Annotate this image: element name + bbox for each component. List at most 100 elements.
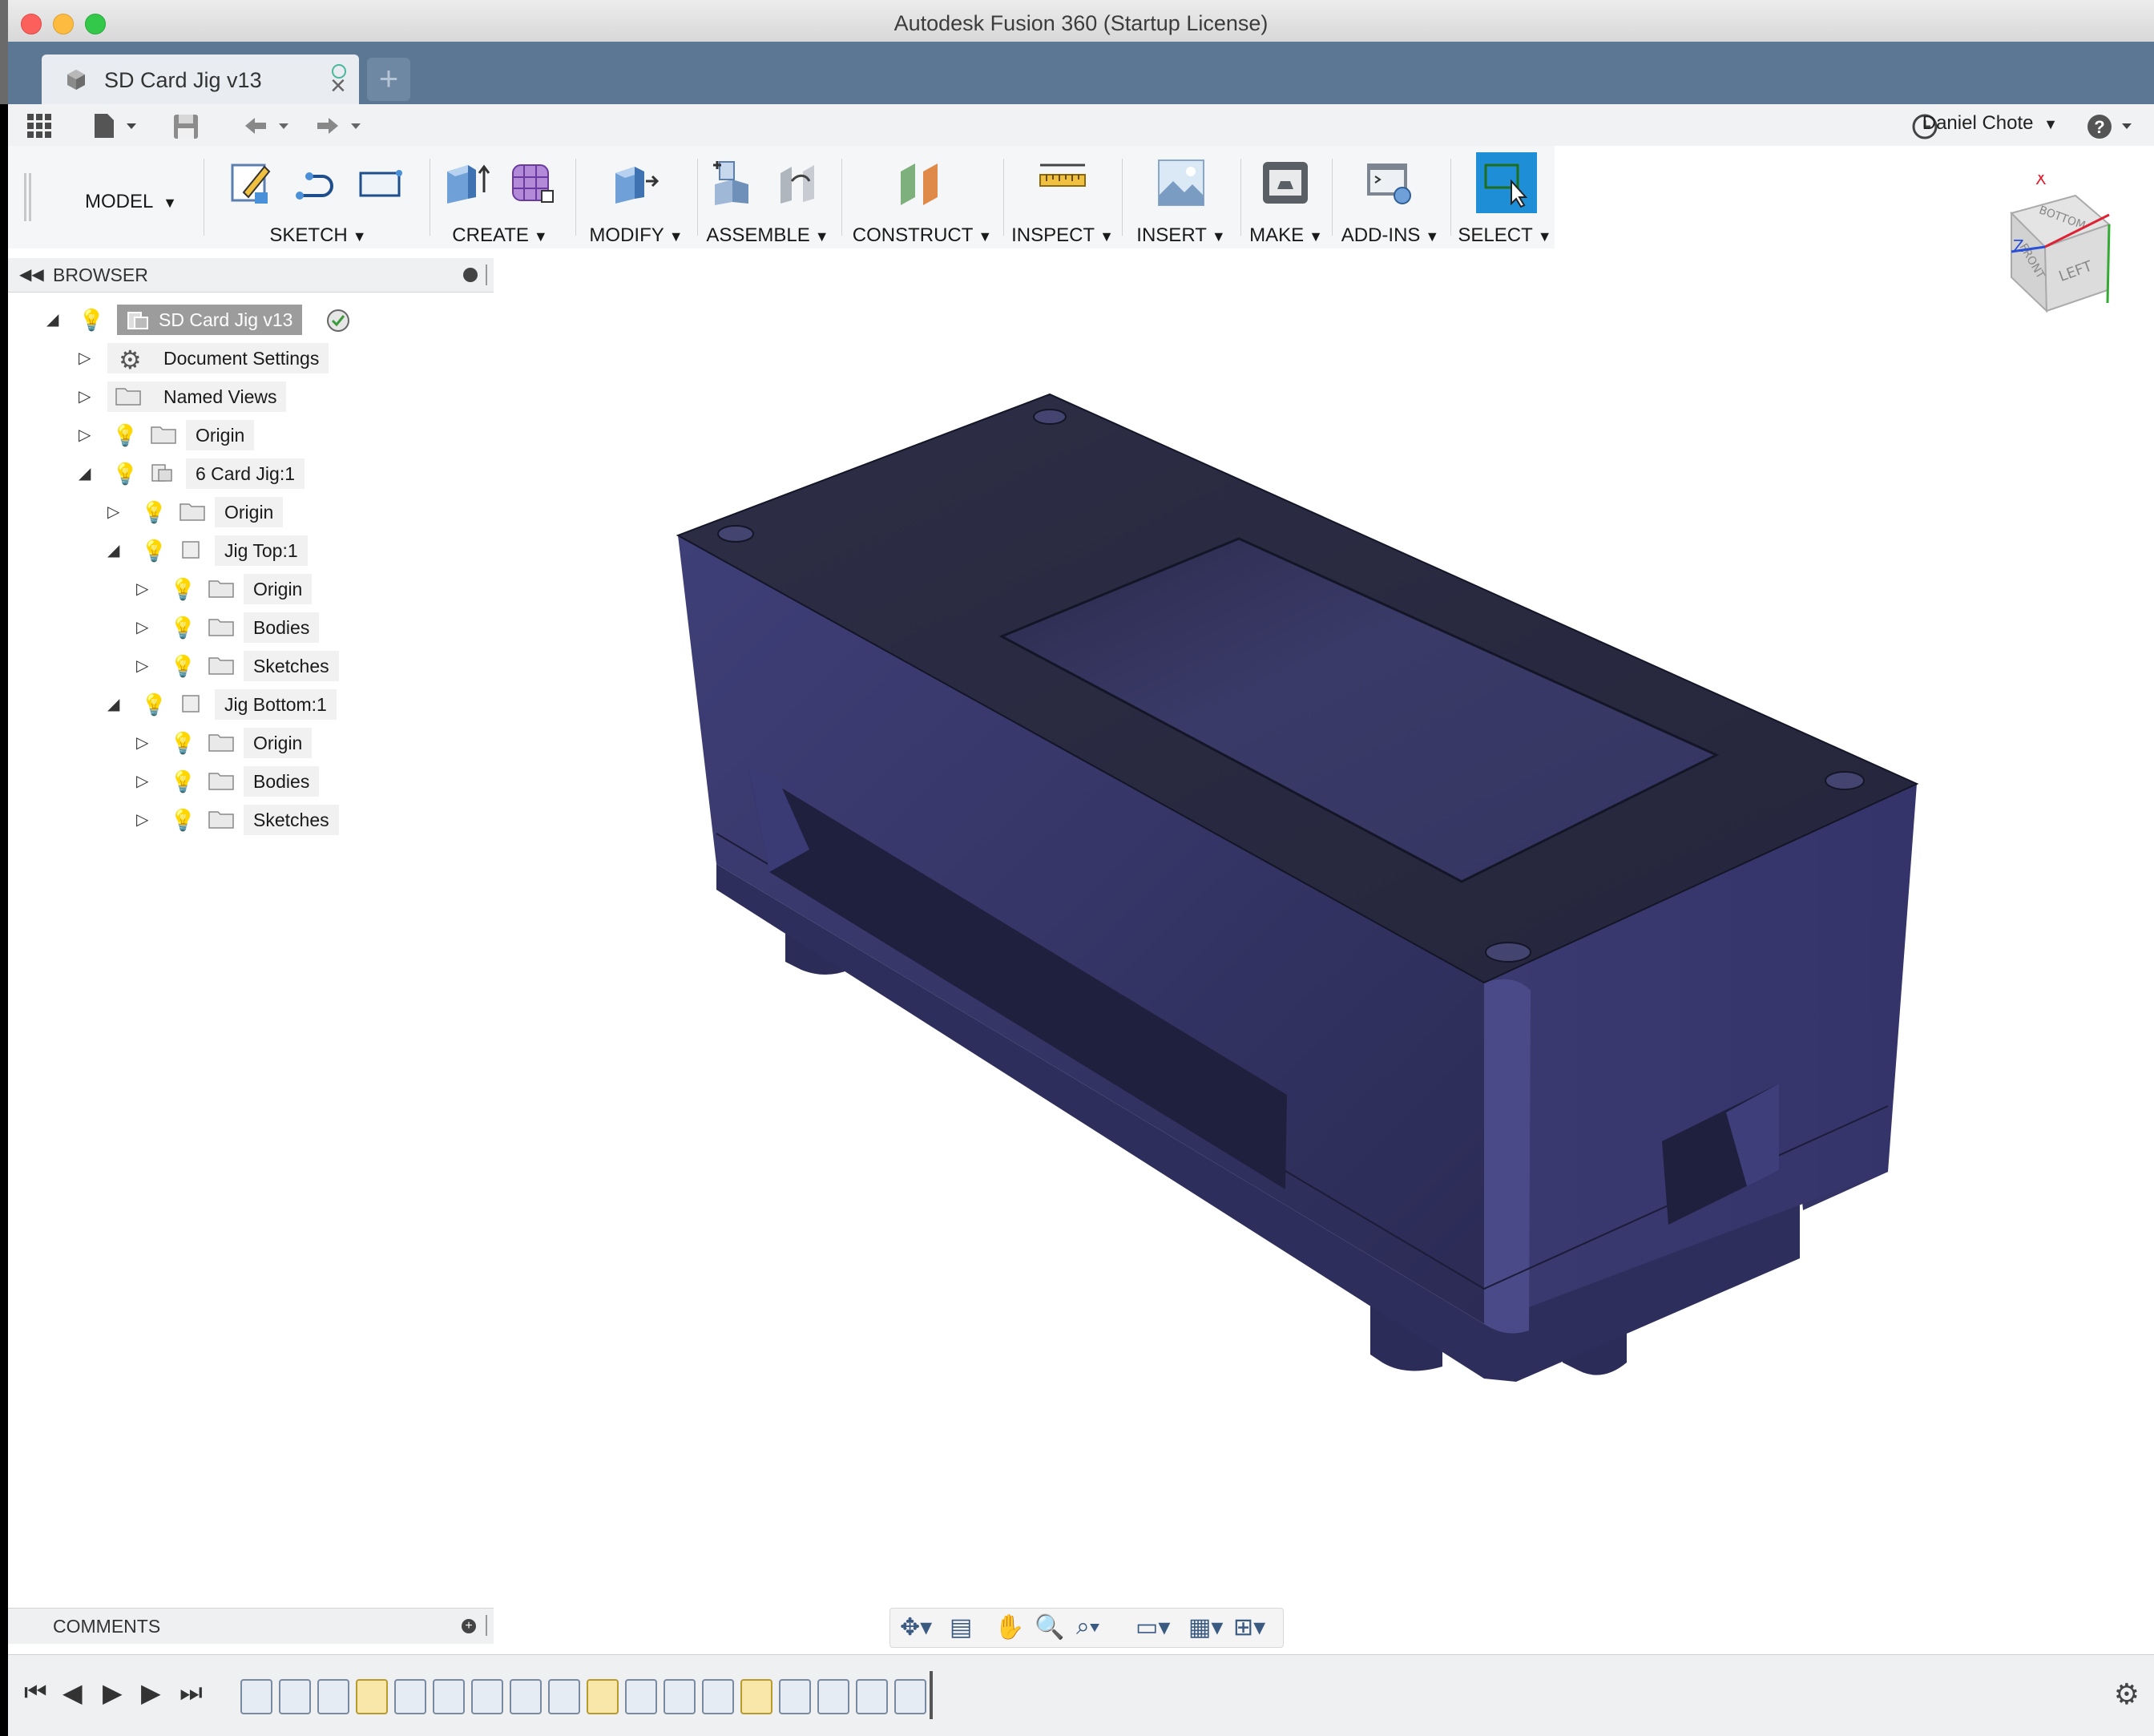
add-comment-icon[interactable]: + <box>462 1619 476 1633</box>
timeline-fillet[interactable] <box>702 1679 734 1714</box>
construct-menu[interactable]: CONSTRUCT ▼ <box>846 224 998 247</box>
expand-triangle-icon[interactable]: ▷ <box>136 733 148 753</box>
modify-group[interactable]: MODIFY ▼ <box>582 146 691 248</box>
expand-triangle-icon[interactable]: ▷ <box>79 425 91 445</box>
insert-image-icon[interactable] <box>1156 157 1207 208</box>
scripts-addins-icon[interactable] <box>1364 157 1415 208</box>
expand-triangle-icon[interactable]: ▷ <box>136 656 148 676</box>
3d-viewport[interactable] <box>494 248 2154 1659</box>
visibility-bulb-icon[interactable]: 💡 <box>112 462 138 486</box>
timeline-extrude[interactable] <box>817 1679 849 1714</box>
tree-item[interactable]: ▷ 💡 Origin <box>130 728 402 758</box>
visibility-bulb-icon[interactable]: 💡 <box>141 692 167 717</box>
visibility-bulb-off-icon[interactable]: 💡 <box>170 577 196 602</box>
timeline-extrude[interactable] <box>779 1679 811 1714</box>
play-icon[interactable]: ▶ <box>103 1677 123 1708</box>
visibility-bulb-off-icon[interactable]: 💡 <box>112 423 138 448</box>
user-menu[interactable]: Daniel Chote ▼ <box>1922 112 2058 135</box>
tree-item[interactable]: ▷ 💡 Bodies <box>130 766 402 797</box>
visibility-bulb-off-icon[interactable]: 💡 <box>170 731 196 756</box>
timeline-feature[interactable] <box>240 1679 272 1714</box>
select-group[interactable]: SELECT ▼ <box>1455 146 1555 248</box>
go-to-end-icon[interactable]: ⏭ <box>180 1677 203 1708</box>
go-to-start-icon[interactable]: ⏮ <box>24 1677 47 1708</box>
minimize-panel-icon[interactable] <box>463 268 478 282</box>
tree-item[interactable]: ◢ 💡 6 Card Jig:1 <box>72 458 393 489</box>
visibility-bulb-icon[interactable]: 💡 <box>170 616 196 640</box>
3d-print-icon[interactable] <box>1260 157 1311 208</box>
inspect-menu[interactable]: INSPECT ▼ <box>1008 224 1117 247</box>
visibility-bulb-off-icon[interactable]: 💡 <box>141 500 167 525</box>
assemble-menu[interactable]: ASSEMBLE ▼ <box>702 224 833 247</box>
viewports-icon[interactable]: ⊞▾ <box>1233 1613 1265 1641</box>
expand-triangle-icon[interactable]: ▷ <box>136 617 148 637</box>
help-icon[interactable]: ? <box>2085 112 2141 141</box>
tree-item[interactable]: ▷ Named Views <box>72 382 361 412</box>
undo-icon[interactable] <box>237 112 301 139</box>
extrude-icon[interactable] <box>441 157 492 208</box>
tree-item[interactable]: ◢ 💡 Jig Top:1 <box>101 535 389 566</box>
expand-triangle-icon[interactable]: ▷ <box>136 809 148 830</box>
close-tab-icon[interactable]: × <box>330 72 346 99</box>
timeline-extrude[interactable] <box>471 1679 503 1714</box>
tree-item[interactable]: ◢ 💡 SD Card Jig v13 <box>40 305 377 335</box>
offset-plane-icon[interactable] <box>896 157 947 208</box>
insert-menu[interactable]: INSERT ▼ <box>1127 224 1236 247</box>
sketch-menu[interactable]: SKETCH ▼ <box>213 224 423 247</box>
expand-triangle-icon[interactable]: ▷ <box>136 771 148 791</box>
timeline-fillet[interactable] <box>664 1679 696 1714</box>
timeline-fillet[interactable] <box>856 1679 888 1714</box>
tree-item[interactable]: ▷ 💡 Origin <box>72 420 361 450</box>
timeline-fillet[interactable] <box>894 1679 926 1714</box>
tree-item[interactable]: ▷ Document Settings ⚙ <box>72 343 361 374</box>
tree-item[interactable]: ▷ 💡 Origin <box>101 497 389 527</box>
gear-icon[interactable]: ⚙ <box>2114 1677 2140 1711</box>
collapse-triangle-icon[interactable]: ◢ <box>107 694 119 714</box>
redo-icon[interactable] <box>309 112 373 139</box>
zoom-icon[interactable]: 🔍 <box>1035 1613 1064 1641</box>
document-tab[interactable]: SD Card Jig v13 × <box>42 55 359 104</box>
model-sd-card-jig[interactable] <box>676 393 1919 1382</box>
panel-resize-handle[interactable] <box>486 264 487 285</box>
file-icon[interactable] <box>91 112 139 139</box>
modify-menu[interactable]: MODIFY ▼ <box>582 224 691 247</box>
tree-item[interactable]: ▷ 💡 Origin <box>130 574 402 604</box>
press-pull-icon[interactable] <box>611 157 662 208</box>
look-at-icon[interactable]: ▤ <box>950 1613 972 1641</box>
timeline-feature[interactable] <box>279 1679 311 1714</box>
timeline-extrude[interactable] <box>433 1679 465 1714</box>
expand-triangle-icon[interactable]: ▷ <box>79 348 91 368</box>
timeline-extrude[interactable] <box>394 1679 426 1714</box>
workspace-switcher[interactable]: MODEL ▼ <box>85 191 177 213</box>
make-menu[interactable]: MAKE ▼ <box>1245 224 1327 247</box>
panel-resize-handle[interactable] <box>486 1615 487 1636</box>
inspect-group[interactable]: INSPECT ▼ <box>1008 146 1117 248</box>
rectangle-icon[interactable] <box>354 157 405 208</box>
select-cursor-icon[interactable] <box>1481 157 1532 208</box>
timeline-extrude[interactable] <box>510 1679 542 1714</box>
tree-item[interactable]: ▷ 💡 Sketches <box>130 805 402 835</box>
expand-triangle-icon[interactable]: ▷ <box>79 386 91 406</box>
insert-group[interactable]: INSERT ▼ <box>1127 146 1236 248</box>
save-icon[interactable] <box>171 112 200 141</box>
tree-item[interactable]: ▷ 💡 Sketches <box>130 651 402 681</box>
grid-icon[interactable] <box>26 112 53 139</box>
construct-group[interactable]: CONSTRUCT ▼ <box>846 146 998 248</box>
tree-item[interactable]: ◢ 💡 Jig Bottom:1 <box>101 689 389 720</box>
collapse-triangle-icon[interactable]: ◢ <box>79 463 91 483</box>
assemble-group[interactable]: ASSEMBLE ▼ <box>702 146 833 248</box>
collapse-triangle-icon[interactable]: ◢ <box>107 540 119 560</box>
new-component-icon[interactable] <box>708 157 760 208</box>
new-tab-button[interactable]: + <box>367 58 410 101</box>
line-icon[interactable] <box>290 157 341 208</box>
collapse-triangle-icon[interactable]: ◢ <box>46 309 58 329</box>
create-sketch-icon[interactable] <box>228 157 279 208</box>
visibility-bulb-icon[interactable]: 💡 <box>141 539 167 563</box>
timeline-sketch[interactable] <box>740 1679 772 1714</box>
step-forward-icon[interactable]: ▶ <box>141 1677 161 1708</box>
step-back-icon[interactable]: ◀ <box>63 1677 83 1708</box>
expand-triangle-icon[interactable]: ▷ <box>107 502 119 522</box>
timeline-feature[interactable] <box>317 1679 349 1714</box>
display-settings-icon[interactable]: ▭▾ <box>1135 1613 1170 1641</box>
visibility-bulb-icon[interactable]: 💡 <box>170 654 196 679</box>
